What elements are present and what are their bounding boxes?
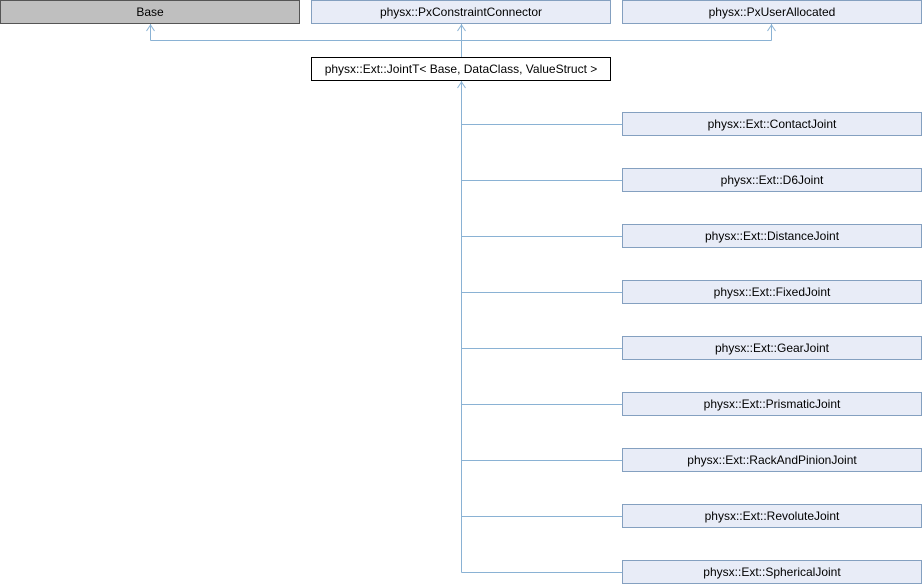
base-class-px-user-allocated[interactable]: physx::PxUserAllocated: [622, 0, 922, 24]
derived-class-gear-joint[interactable]: physx::Ext::GearJoint: [622, 336, 922, 360]
derived-class-spherical-joint[interactable]: physx::Ext::SphericalJoint: [622, 560, 922, 584]
base-class-px-constraint-connector[interactable]: physx::PxConstraintConnector: [311, 0, 611, 24]
derived-class-prismatic-joint[interactable]: physx::Ext::PrismaticJoint: [622, 392, 922, 416]
inheritance-diagram: Base physx::PxConstraintConnector physx:…: [0, 0, 923, 584]
derived-class-rack-and-pinion-joint[interactable]: physx::Ext::RackAndPinionJoint: [622, 448, 922, 472]
derived-class-fixed-joint[interactable]: physx::Ext::FixedJoint: [622, 280, 922, 304]
current-class-joint-t: physx::Ext::JointT< Base, DataClass, Val…: [311, 57, 611, 81]
derived-class-contact-joint[interactable]: physx::Ext::ContactJoint: [622, 112, 922, 136]
base-class-base: Base: [0, 0, 300, 24]
derived-class-d6-joint[interactable]: physx::Ext::D6Joint: [622, 168, 922, 192]
derived-class-revolute-joint[interactable]: physx::Ext::RevoluteJoint: [622, 504, 922, 528]
derived-class-distance-joint[interactable]: physx::Ext::DistanceJoint: [622, 224, 922, 248]
